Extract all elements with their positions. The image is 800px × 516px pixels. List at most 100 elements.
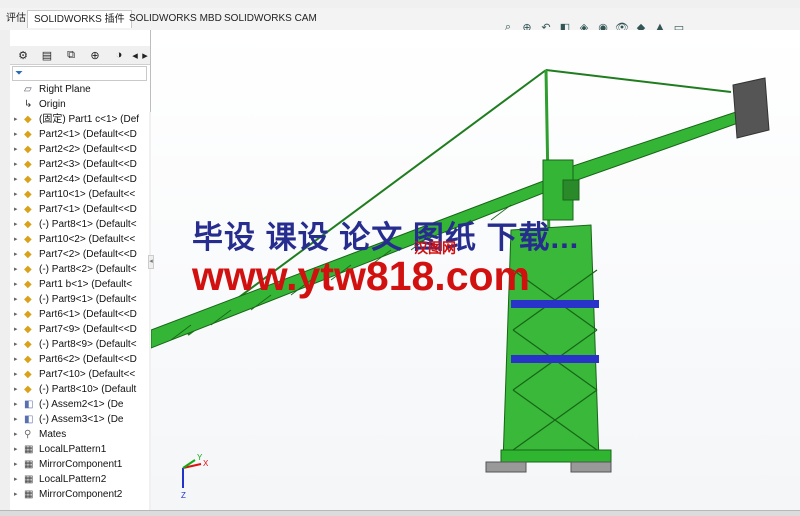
tree-item[interactable]: ▸ ▦ MirrorComponent2 [10, 487, 148, 502]
tree-item[interactable]: ▸ ◆ (-) Part8<2> (Default< [10, 262, 148, 277]
tree-item[interactable]: ▸ ▦ MirrorComponent1 [10, 457, 148, 472]
command-manager-tabs: 评估 SOLIDWORKS 插件 SOLIDWORKS MBD SOLIDWOR… [0, 8, 800, 34]
tower-base [500, 449, 612, 463]
feature-tree: ▱ Right Plane ↳ Origin ▸ ◆ (固定) Part1 c<1> (De… [10, 82, 148, 515]
part-icon: ◆ [24, 204, 32, 215]
tree-item[interactable]: ▸ ◆ Part7<2> (Default<<D [10, 247, 148, 262]
part-icon: ◆ [24, 219, 32, 230]
expand-arrow-icon[interactable]: ▸ [14, 247, 22, 262]
expand-arrow-icon[interactable]: ▸ [14, 187, 22, 202]
configuration-manager-icon[interactable]: ⧉ [60, 47, 82, 63]
tree-item-label: Part2<1> (Default<<D [39, 129, 137, 140]
tree-item[interactable]: ▸ ◆ Part7<9> (Default<<D [10, 322, 148, 337]
tree-item-label: Part2<3> (Default<<D [39, 159, 137, 170]
tree-item[interactable]: ▸ ◧ (-) Assem3<1> (De [10, 412, 148, 427]
part-icon: ◆ [24, 174, 32, 185]
expand-arrow-icon[interactable]: ▸ [14, 367, 22, 382]
part-icon: ◆ [24, 324, 32, 335]
counterweight [732, 77, 770, 139]
panel-collapse-handle[interactable]: ◂ [148, 255, 154, 269]
tree-item[interactable]: ▸ ◧ (-) Assem2<1> (De [10, 397, 148, 412]
part-icon: ◆ [24, 144, 32, 155]
tree-item[interactable]: ▸ ◆ (-) Part9<1> (Default< [10, 292, 148, 307]
tab-scroll-left-icon[interactable]: ◂ [130, 47, 140, 63]
expand-arrow-icon[interactable]: ▸ [14, 172, 22, 187]
tree-item-label: Mates [39, 429, 67, 440]
part-icon: ◆ [24, 369, 32, 380]
expand-arrow-icon[interactable]: ▸ [14, 307, 22, 322]
tree-item[interactable]: ▱ Right Plane [10, 82, 148, 97]
tree-item-label: (-) Part8<2> (Default< [39, 264, 137, 275]
tab-solidworks-addins[interactable]: SOLIDWORKS 插件 [27, 10, 132, 28]
expand-arrow-icon[interactable]: ▸ [14, 277, 22, 292]
expand-arrow-icon[interactable]: ▸ [14, 217, 22, 232]
platform-blue-2 [511, 355, 599, 363]
expand-arrow-icon[interactable]: ▸ [14, 202, 22, 217]
tree-item[interactable]: ▸ ◆ Part2<3> (Default<<D [10, 157, 148, 172]
tree-item-label: Right Plane [39, 84, 91, 95]
tree-item[interactable]: ▸ ◆ Part6<2> (Default<<D [10, 352, 148, 367]
part-icon: ◆ [24, 294, 32, 305]
tab-scroll-right-icon[interactable]: ▸ [140, 47, 150, 63]
expand-arrow-icon[interactable]: ▸ [14, 112, 22, 127]
pattern-icon: ▦ [24, 489, 34, 500]
dimxpert-icon[interactable]: ⊕ [84, 47, 106, 63]
tree-item-label: Part7<9> (Default<<D [39, 324, 137, 335]
tree-item[interactable]: ▸ ◆ (-) Part8<9> (Default< [10, 337, 148, 352]
feature-manager-icon[interactable]: ⚙ [12, 47, 34, 63]
display-manager-icon[interactable]: ◑ [108, 47, 130, 63]
expand-arrow-icon[interactable]: ▸ [14, 322, 22, 337]
tree-item-label: Part7<2> (Default<<D [39, 249, 137, 260]
expand-arrow-icon[interactable]: ▸ [14, 142, 22, 157]
expand-arrow-icon[interactable]: ▸ [14, 427, 22, 442]
platform-blue-1 [511, 300, 599, 308]
expand-arrow-icon[interactable]: ▸ [14, 292, 22, 307]
tree-filter[interactable]: ⏷ [12, 66, 147, 81]
triad-y-label: Y [197, 453, 203, 462]
tree-item[interactable]: ▸ ◆ Part10<2> (Default<< [10, 232, 148, 247]
tree-item[interactable]: ↳ Origin [10, 97, 148, 112]
property-manager-icon[interactable]: ▤ [36, 47, 58, 63]
expand-arrow-icon[interactable]: ▸ [14, 442, 22, 457]
tree-item[interactable]: ▸ ⚲ Mates [10, 427, 148, 442]
part-icon: ◆ [24, 114, 32, 125]
tree-item-label: Part7<1> (Default<<D [39, 204, 137, 215]
counter-jib-tie-rod [545, 69, 732, 93]
tab-solidworks-cam[interactable]: SOLIDWORKS CAM [218, 10, 323, 28]
tree-item[interactable]: ▸ ◆ (-) Part8<10> (Default [10, 382, 148, 397]
tree-item[interactable]: ▸ ◆ Part2<2> (Default<<D [10, 142, 148, 157]
expand-arrow-icon[interactable]: ▸ [14, 397, 22, 412]
expand-arrow-icon[interactable]: ▸ [14, 457, 22, 472]
expand-arrow-icon[interactable]: ▸ [14, 472, 22, 487]
part-icon: ◆ [24, 384, 32, 395]
tree-item-label: MirrorComponent2 [39, 489, 123, 500]
feature-manager-panel: ⚙ ▤ ⧉ ⊕ ◑ ◂ ▸ ⏷ ▱ Right Plane ↳ Origin ▸ ◆ (固定… [10, 30, 159, 515]
tree-item[interactable]: ▸ ◆ Part7<1> (Default<<D [10, 202, 148, 217]
expand-arrow-icon[interactable]: ▸ [14, 337, 22, 352]
tree-item[interactable]: ▸ ◆ Part6<1> (Default<<D [10, 307, 148, 322]
tree-item[interactable]: ▸ ◆ Part1 b<1> (Default< [10, 277, 148, 292]
expand-arrow-icon[interactable]: ▸ [14, 487, 22, 502]
tree-item[interactable]: ▸ ▦ LocalLPattern1 [10, 442, 148, 457]
tree-item[interactable]: ▸ ▦ LocalLPattern2 [10, 472, 148, 487]
pattern-icon: ▦ [24, 459, 34, 470]
expand-arrow-icon[interactable]: ▸ [14, 262, 22, 277]
expand-arrow-icon[interactable]: ▸ [14, 412, 22, 427]
tree-item-label: Part6<2> (Default<<D [39, 354, 137, 365]
tree-item[interactable]: ▸ ◆ (固定) Part1 c<1> (Def [10, 112, 148, 127]
expand-arrow-icon[interactable]: ▸ [14, 157, 22, 172]
tree-item[interactable]: ▸ ◆ Part10<1> (Default<< [10, 187, 148, 202]
watermark-line1: 毕设 课设 论文 图纸 下载... [192, 220, 580, 255]
tree-item-label: Part10<1> (Default<< [39, 189, 136, 200]
expand-arrow-icon[interactable]: ▸ [14, 232, 22, 247]
tree-item[interactable]: ▸ ◆ (-) Part8<1> (Default< [10, 217, 148, 232]
expand-arrow-icon[interactable]: ▸ [14, 382, 22, 397]
tree-item[interactable]: ▸ ◆ Part7<10> (Default<< [10, 367, 148, 382]
watermark-line2: www.ytw818.com [192, 253, 530, 299]
tab-solidworks-mbd[interactable]: SOLIDWORKS MBD [123, 10, 228, 28]
expand-arrow-icon[interactable]: ▸ [14, 352, 22, 367]
filter-icon[interactable]: ⏷ [15, 68, 23, 79]
tree-item[interactable]: ▸ ◆ Part2<4> (Default<<D [10, 172, 148, 187]
expand-arrow-icon[interactable]: ▸ [14, 127, 22, 142]
tree-item[interactable]: ▸ ◆ Part2<1> (Default<<D [10, 127, 148, 142]
